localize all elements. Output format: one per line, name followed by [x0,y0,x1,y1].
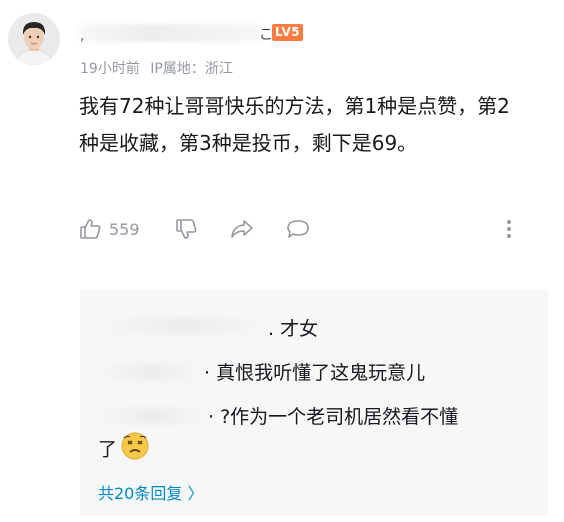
username-censored [80,24,260,42]
username-fragment[interactable]: , [80,29,84,44]
thumb-up-icon [79,217,103,241]
reply-preview-panel: . 才女 · 真恨我听懂了这鬼玩意儿 · ?作为一个老司机居然看不懂 了 共20… [80,290,548,516]
like-button[interactable]: 559 [79,214,140,244]
level-badge: LV5 [272,24,304,41]
dislike-button[interactable] [175,214,199,244]
comment-icon [285,217,311,241]
reply-item-continued: 了 [98,432,149,468]
more-icon [504,217,514,241]
reply-username-censored [98,318,268,334]
comment-time: 19小时前 [80,61,140,77]
reply-button[interactable] [285,214,311,244]
comment-meta: 19小时前 IP属地：浙江 [80,58,239,78]
reply-username-censored [98,364,203,380]
share-button[interactable] [229,214,255,244]
view-all-replies-link[interactable]: 共20条回复 〉 [98,480,203,504]
reply-item: · 真恨我听懂了这鬼玩意儿 [204,362,426,384]
reply-item-text: 了 [98,438,118,461]
like-count: 559 [109,219,140,239]
comment-action-bar: 559 [79,214,524,244]
share-icon [229,217,255,241]
username-suffix[interactable]: こ [259,24,273,44]
reply-item: · ?作为一个老司机居然看不懂 [208,406,459,428]
avatar[interactable] [8,13,60,65]
ip-location: IP属地：浙江 [150,61,233,77]
reply-username-censored [98,408,208,424]
reply-item: . 才女 [268,318,319,340]
thumb-down-icon [175,217,199,241]
comment-text: 我有72种让哥哥快乐的方法，第1种是点赞，第2种是收藏，第3种是投币，剩下是69… [79,94,510,155]
more-options-button[interactable] [504,214,514,244]
dizzy-face-emoji-icon [121,432,149,468]
